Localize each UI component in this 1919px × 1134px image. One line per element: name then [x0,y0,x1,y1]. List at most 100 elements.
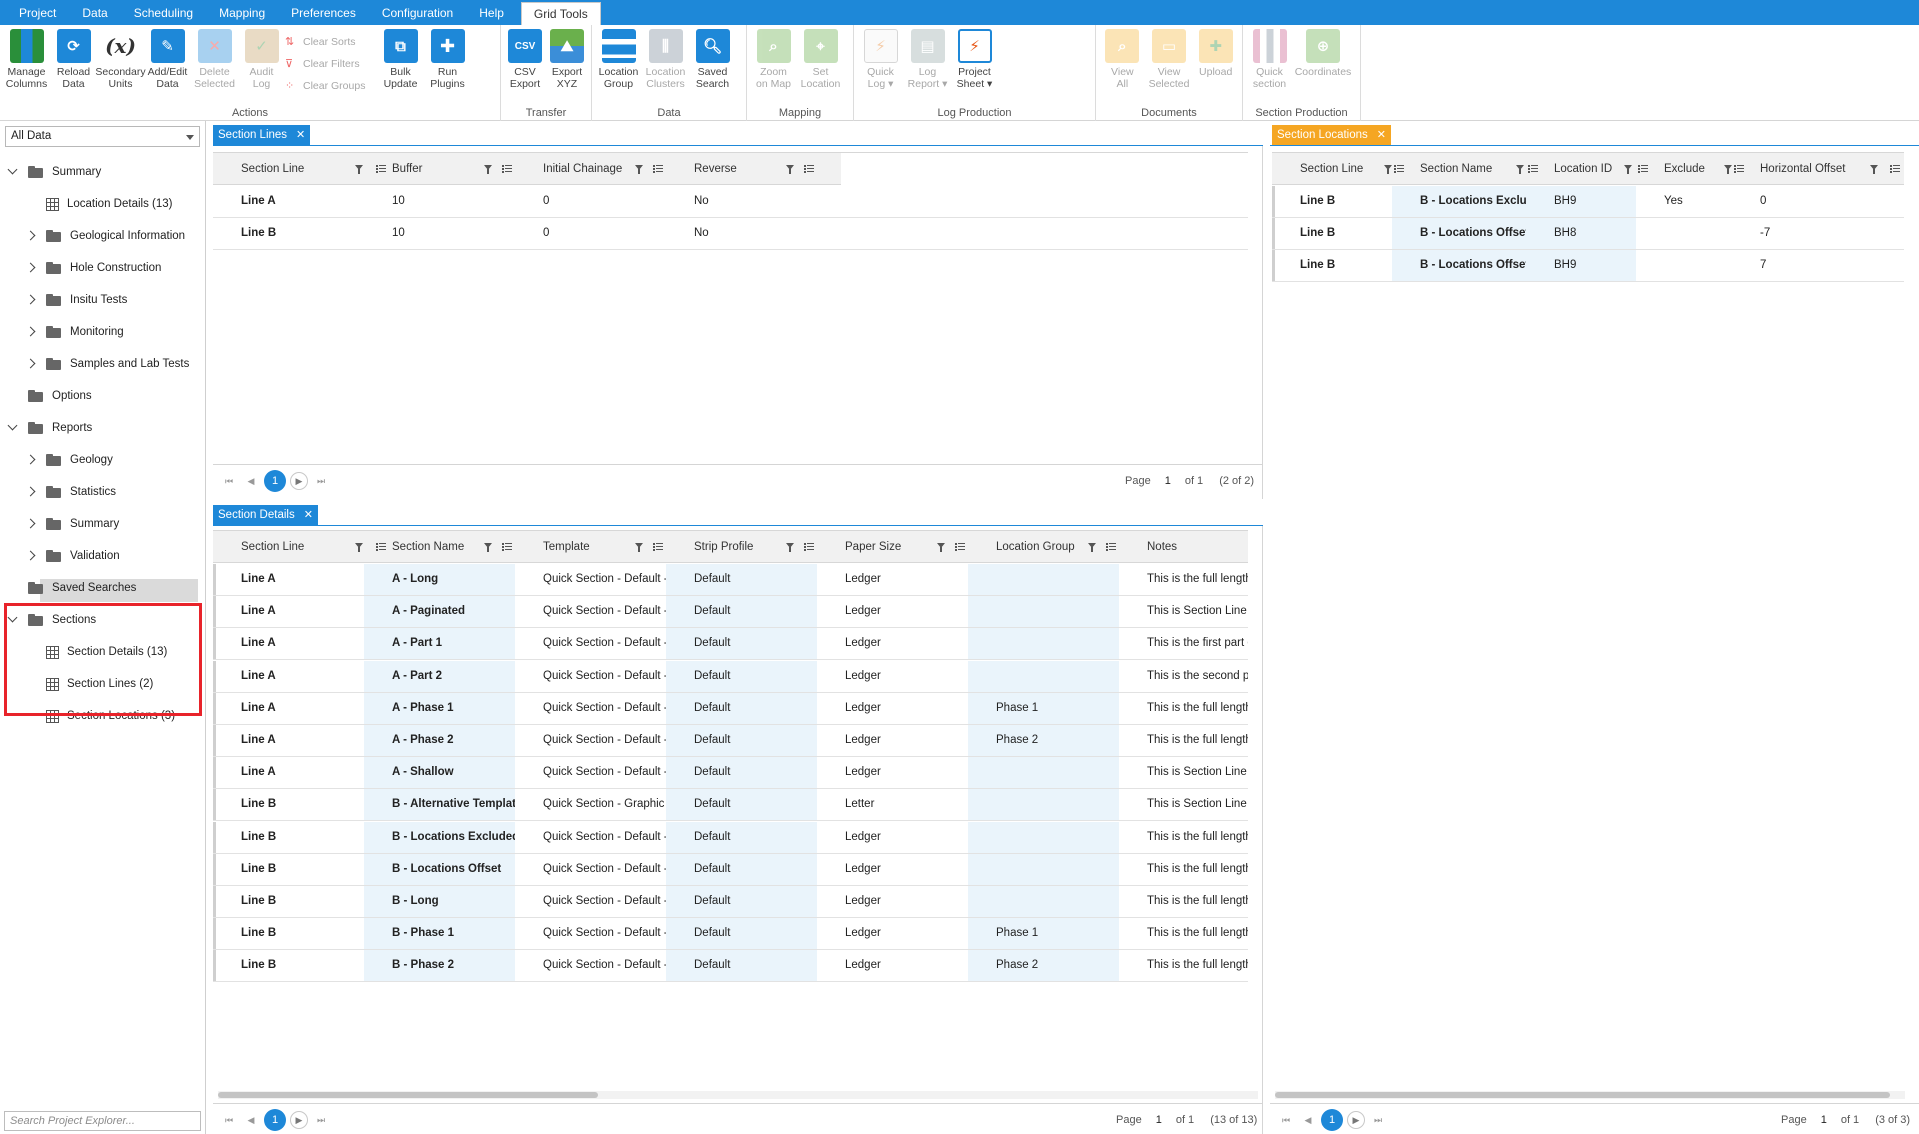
cell-section-line[interactable]: Line B [213,918,364,950]
tree-item-validation[interactable]: Validation [26,545,120,567]
close-icon[interactable]: ✕ [304,505,313,525]
cell-reverse[interactable]: No [666,218,841,249]
cell-template[interactable]: Quick Section - Default -... [515,596,666,628]
cell-section-line[interactable]: Line B [213,886,364,917]
cell-location-group[interactable] [968,886,1119,917]
column-header-horizontal-offset[interactable]: Horizontal Offset [1732,153,1904,185]
chevron-right-icon[interactable] [26,359,36,369]
column-header-section-name[interactable]: Section Name [364,531,515,563]
cell-paper-size[interactable]: Ledger [817,692,968,724]
filter-icon[interactable] [484,543,492,552]
filter-icon[interactable] [1516,165,1524,174]
section-lines-tab[interactable]: Section Lines ✕ [213,125,311,145]
cell-notes[interactable]: This is the full length [1119,918,1248,950]
cell-strip-profile[interactable]: Default [666,950,817,982]
panel-splitter[interactable] [1262,526,1263,1134]
cell-notes[interactable]: This is the second pa [1119,660,1248,692]
prev-page-icon[interactable]: ◀ [1297,1109,1319,1131]
last-page-icon[interactable]: ⏭ [310,470,332,492]
scrollbar-thumb[interactable] [218,1092,598,1098]
cell-section-name[interactable]: B - Locations Offset [1392,218,1526,249]
filter-icon[interactable] [786,165,794,174]
column-menu-icon[interactable] [1638,165,1648,174]
tree-item-saved-searches[interactable]: Saved Searches [8,577,136,599]
chevron-right-icon[interactable] [26,231,36,241]
cell-section-line[interactable]: Line B [213,821,364,853]
cell-notes[interactable]: This is Section Line A [1119,757,1248,789]
table-row[interactable]: Line BB - Long Quick Section - Default -.… [213,886,1248,918]
cell-paper-size[interactable]: Letter [817,789,968,821]
cell-section-name[interactable]: B - Phase 1 [364,918,515,950]
cell-paper-size[interactable]: Ledger [817,886,968,917]
cell-template[interactable]: Quick Section - Default -... [515,821,666,853]
cell-paper-size[interactable]: Ledger [817,725,968,756]
section-locations-tab[interactable]: Section Locations ✕ [1272,125,1392,145]
panel-splitter[interactable] [1262,146,1263,499]
cell-paper-size[interactable]: Ledger [817,628,968,660]
cell-exclude[interactable] [1636,218,1732,249]
cell-template[interactable]: Quick Section - Default -... [515,564,666,595]
column-menu-icon[interactable] [955,543,965,552]
cell-horizontal-offset[interactable]: 0 [1732,186,1904,217]
cell-notes[interactable]: This is the full length [1119,821,1248,853]
close-icon[interactable]: ✕ [296,125,305,145]
close-icon[interactable]: ✕ [1377,125,1386,145]
filter-icon[interactable] [1870,165,1878,174]
cell-template[interactable]: Quick Section - Default -... [515,950,666,982]
cell-paper-size[interactable]: Ledger [817,918,968,950]
column-menu-icon[interactable] [653,165,663,174]
menu-tab-grid-tools[interactable]: Grid Tools [520,2,601,25]
cell-exclude[interactable] [1636,250,1732,281]
cell-template[interactable]: Quick Section - Default -... [515,628,666,660]
cell-section-name[interactable]: A - Part 2 [364,660,515,692]
cell-paper-size[interactable]: Ledger [817,596,968,628]
cell-template[interactable]: Quick Section - Default -... [515,757,666,789]
cell-location-group[interactable] [968,628,1119,660]
cell-template[interactable]: Quick Section - Default -... [515,853,666,885]
cell-section-name[interactable]: A - Phase 2 [364,725,515,756]
menu-tab-configuration[interactable]: Configuration [369,0,466,25]
last-page-icon[interactable]: ⏭ [1367,1109,1389,1131]
tree-item-reports-summary[interactable]: Summary [26,513,119,535]
filter-icon[interactable] [1624,165,1632,174]
cell-notes[interactable]: This is the full length [1119,692,1248,724]
explorer-search-input[interactable]: Search Project Explorer... [4,1111,201,1131]
column-menu-icon[interactable] [502,543,512,552]
tree-item-location-details[interactable]: Location Details (13) [46,193,172,215]
filter-icon[interactable] [355,543,363,552]
next-page-icon[interactable]: ▶ [290,1111,308,1129]
menu-tab-project[interactable]: Project [6,0,69,25]
cell-paper-size[interactable]: Ledger [817,564,968,595]
cell-location-id[interactable]: BH9 [1526,186,1636,217]
last-page-icon[interactable]: ⏭ [310,1109,332,1131]
cell-strip-profile[interactable]: Default [666,789,817,821]
first-page-icon[interactable]: ⏮ [1275,1109,1297,1131]
tree-item-insitu-tests[interactable]: Insitu Tests [26,289,127,311]
cell-notes[interactable]: This is the full length [1119,725,1248,756]
cell-strip-profile[interactable]: Default [666,886,817,917]
filter-icon[interactable] [635,543,643,552]
column-header-template[interactable]: Template [515,531,666,563]
cell-reverse[interactable]: No [666,186,841,217]
cell-template[interactable]: Quick Section - Default -... [515,692,666,724]
cell-buffer[interactable]: 10 [364,218,515,249]
table-row[interactable]: Line AA - Phase 2 Quick Section - Default… [213,725,1248,757]
cell-section-name[interactable]: B - Locations Excluded [1392,186,1526,217]
table-row[interactable]: Line BB - Locations Excluded Quick Sectio… [213,821,1248,854]
cell-location-group[interactable]: Phase 2 [968,725,1119,756]
cell-section-line[interactable]: Line A [213,725,364,756]
cell-section-line[interactable]: Line B [1272,250,1392,281]
cell-notes[interactable]: This is the first part o [1119,628,1248,660]
table-row[interactable]: Line BB - Phase 2 Quick Section - Default… [213,950,1248,983]
table-row[interactable]: Line AA - Phase 1 Quick Section - Default… [213,692,1248,725]
cell-notes[interactable]: This is the full length [1119,853,1248,885]
current-page-button[interactable]: 1 [264,470,286,492]
column-header-location-id[interactable]: Location ID [1526,153,1636,185]
table-row[interactable]: Line AA - Paginated Quick Section - Defau… [213,596,1248,629]
cell-paper-size[interactable]: Ledger [817,821,968,853]
cell-notes[interactable]: This is Section Line B [1119,789,1248,821]
cell-notes[interactable]: This is the full length [1119,886,1248,917]
cell-strip-profile[interactable]: Default [666,757,817,789]
tree-item-samples-and-lab-tests[interactable]: Samples and Lab Tests [26,353,189,375]
scrollbar-thumb[interactable] [1275,1092,1890,1098]
